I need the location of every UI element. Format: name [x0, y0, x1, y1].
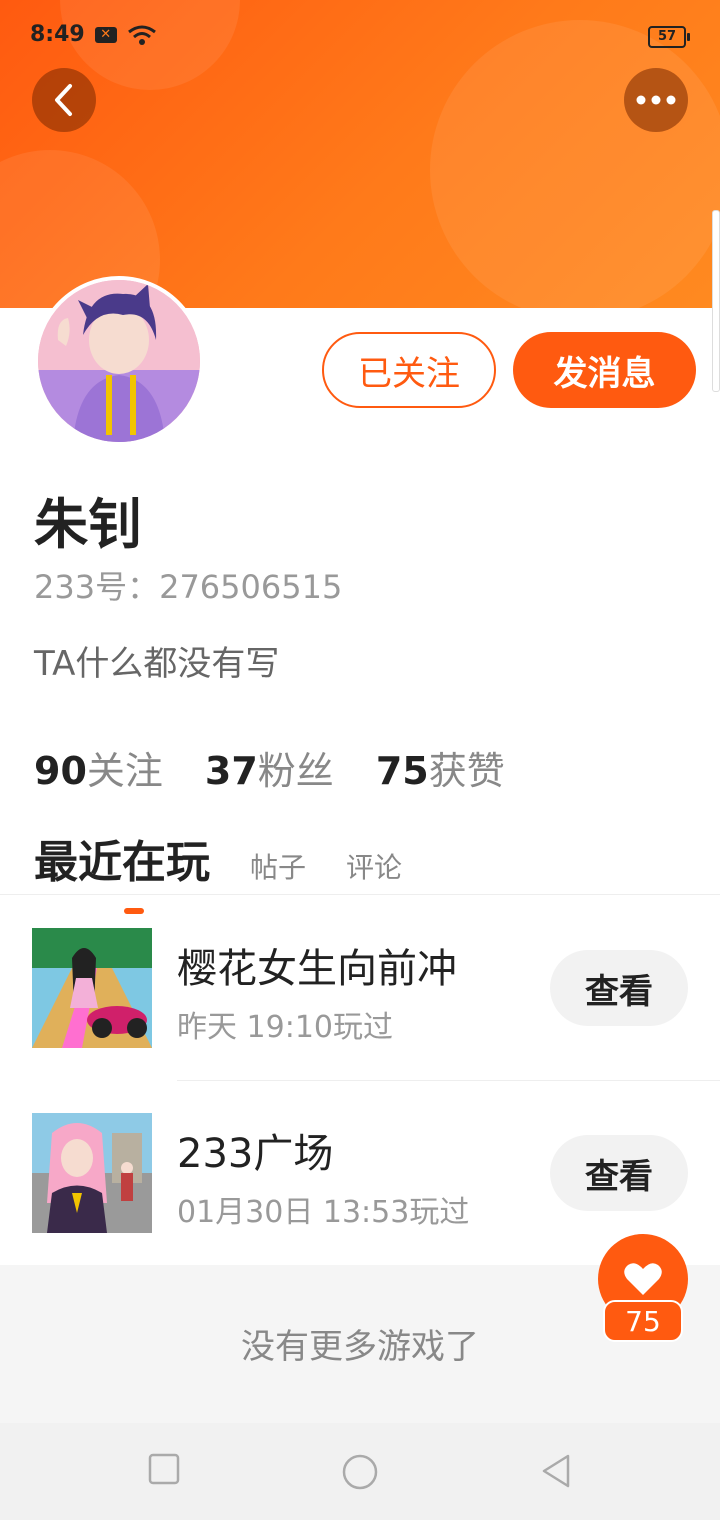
- more-options-button[interactable]: [624, 68, 688, 132]
- view-game-button[interactable]: 查看: [550, 950, 688, 1026]
- recent-apps-icon[interactable]: [148, 1453, 180, 1485]
- banner-decoration: [430, 20, 720, 308]
- notification-icon: ✕: [94, 26, 117, 43]
- game-cover-image: [32, 1113, 152, 1233]
- game-list-item[interactable]: 233广场 01月30日 13:53玩过 查看: [0, 1113, 720, 1233]
- game-cover-image: [32, 928, 152, 1048]
- chevron-left-icon: [55, 84, 72, 116]
- tabs-divider: [0, 894, 720, 895]
- wifi-icon: [127, 25, 156, 45]
- profile-stats: 90关注 37粉丝 75获赞: [34, 740, 505, 795]
- stat-label: 获赞: [428, 749, 505, 793]
- tab-comments[interactable]: 评论: [346, 846, 402, 886]
- profile-tabs: 最近在玩 帖子 评论: [34, 826, 402, 914]
- game-title: 樱花女生向前冲: [177, 946, 457, 992]
- user-name: 朱钊: [34, 493, 142, 556]
- stat-value: 37: [204, 749, 258, 793]
- game-played-time: 昨天 19:10玩过: [177, 1010, 393, 1045]
- user-id: 233号：276506515: [34, 568, 343, 606]
- back-button[interactable]: [32, 68, 96, 132]
- tab-recently-played[interactable]: 最近在玩: [34, 826, 210, 914]
- game-thumbnail[interactable]: [32, 928, 152, 1048]
- heart-icon: [624, 1263, 662, 1295]
- game-played-time: 01月30日 13:53玩过: [177, 1195, 470, 1230]
- user-bio: TA什么都没有写: [34, 644, 280, 684]
- status-time: 8:49: [30, 22, 85, 47]
- avatar-image: [38, 280, 200, 442]
- status-bar: 8:49 ✕: [30, 22, 157, 47]
- game-list-item[interactable]: 樱花女生向前冲 昨天 19:10玩过 查看: [0, 928, 720, 1048]
- stat-following[interactable]: 90关注: [34, 740, 163, 795]
- tab-posts[interactable]: 帖子: [250, 846, 306, 886]
- stat-likes[interactable]: 75获赞: [376, 740, 505, 795]
- like-count-badge: 75: [603, 1300, 683, 1342]
- back-nav-icon[interactable]: [540, 1453, 572, 1489]
- system-navigation-bar: [0, 1423, 720, 1520]
- game-title: 233广场: [177, 1131, 334, 1177]
- list-divider: [177, 1080, 720, 1081]
- scroll-indicator: [712, 210, 720, 392]
- stat-followers[interactable]: 37粉丝: [205, 740, 334, 795]
- profile-header-banner: 8:49 ✕ 57: [0, 0, 720, 308]
- avatar[interactable]: [34, 276, 204, 446]
- followed-button[interactable]: 已关注: [322, 332, 496, 408]
- stat-value: 75: [375, 749, 429, 793]
- more-dots-icon: [636, 95, 676, 105]
- stat-label: 粉丝: [257, 749, 334, 793]
- view-game-button[interactable]: 查看: [550, 1135, 688, 1211]
- stat-value: 90: [34, 749, 87, 793]
- send-message-button[interactable]: 发消息: [513, 332, 696, 408]
- stat-label: 关注: [86, 749, 163, 793]
- battery-indicator: 57: [648, 26, 690, 48]
- game-thumbnail[interactable]: [32, 1113, 152, 1233]
- home-icon[interactable]: [341, 1453, 379, 1491]
